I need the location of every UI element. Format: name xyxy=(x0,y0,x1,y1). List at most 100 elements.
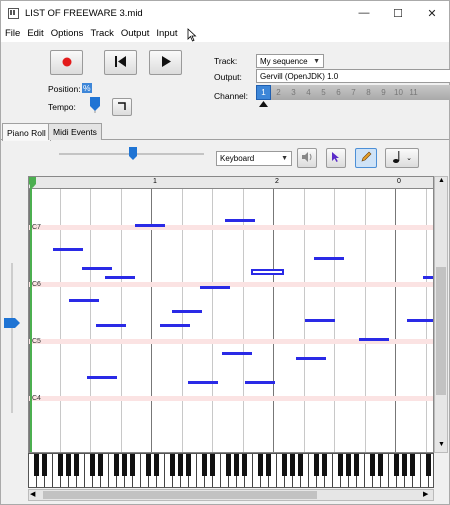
note-length-button[interactable]: ⌄ xyxy=(385,148,419,168)
select-tool-button[interactable] xyxy=(326,148,346,168)
black-key[interactable] xyxy=(34,454,39,476)
black-key[interactable] xyxy=(66,454,71,476)
channel-1[interactable]: 1 xyxy=(256,85,271,100)
note-block[interactable] xyxy=(245,381,275,384)
black-key[interactable] xyxy=(170,454,175,476)
menu-track[interactable]: Track xyxy=(87,28,116,39)
black-key[interactable] xyxy=(210,454,215,476)
scroll-up-icon[interactable]: ▲ xyxy=(438,177,445,184)
playhead[interactable] xyxy=(30,177,32,452)
note-block[interactable] xyxy=(105,276,135,279)
channel-10[interactable]: 10 xyxy=(391,85,406,100)
black-key[interactable] xyxy=(90,454,95,476)
menu-file[interactable]: File xyxy=(2,28,23,39)
note-block[interactable] xyxy=(222,352,252,355)
channel-4[interactable]: 4 xyxy=(301,85,316,100)
black-key[interactable] xyxy=(74,454,79,476)
horizontal-scrollbar[interactable]: ◀ ▶ xyxy=(28,489,434,501)
note-block[interactable] xyxy=(314,257,344,260)
black-key[interactable] xyxy=(186,454,191,476)
black-key[interactable] xyxy=(410,454,415,476)
black-key[interactable] xyxy=(234,454,239,476)
black-key[interactable] xyxy=(394,454,399,476)
note-block[interactable] xyxy=(359,338,389,341)
piano-keyboard[interactable] xyxy=(28,453,434,488)
black-key[interactable] xyxy=(426,454,431,476)
velocity-slider[interactable] xyxy=(4,263,20,413)
black-key[interactable] xyxy=(146,454,151,476)
black-key[interactable] xyxy=(290,454,295,476)
black-key[interactable] xyxy=(202,454,207,476)
vertical-scroll-thumb[interactable] xyxy=(436,267,446,395)
black-key[interactable] xyxy=(226,454,231,476)
menu-options[interactable]: Options xyxy=(48,28,87,39)
speaker-button[interactable] xyxy=(297,148,317,168)
tab-midi-events[interactable]: Midi Events xyxy=(48,123,102,140)
note-block[interactable] xyxy=(305,319,335,322)
menu-input[interactable]: Input xyxy=(153,28,180,39)
record-button[interactable] xyxy=(50,50,83,75)
black-key[interactable] xyxy=(402,454,407,476)
note-block[interactable] xyxy=(87,376,117,379)
note-block[interactable] xyxy=(160,324,190,327)
note-block[interactable] xyxy=(82,267,112,270)
input-mode-select[interactable]: Keyboard ▼ xyxy=(216,151,292,166)
note-block[interactable] xyxy=(423,276,433,279)
position-field[interactable]: % xyxy=(82,83,92,93)
black-key[interactable] xyxy=(266,454,271,476)
black-key[interactable] xyxy=(130,454,135,476)
black-key[interactable] xyxy=(314,454,319,476)
black-key[interactable] xyxy=(298,454,303,476)
black-key[interactable] xyxy=(242,454,247,476)
menu-output[interactable]: Output xyxy=(118,28,153,39)
note-block[interactable] xyxy=(172,310,202,313)
maximize-button[interactable]: ☐ xyxy=(381,1,415,25)
playhead-marker-icon[interactable] xyxy=(29,177,37,189)
pencil-tool-button[interactable] xyxy=(355,148,377,168)
black-key[interactable] xyxy=(122,454,127,476)
black-key[interactable] xyxy=(178,454,183,476)
track-select[interactable]: My sequence ▼ xyxy=(256,54,324,68)
black-key[interactable] xyxy=(58,454,63,476)
tempo-slider[interactable] xyxy=(89,97,101,113)
close-button[interactable]: ✕ xyxy=(415,1,449,25)
tab-piano-roll[interactable]: Piano Roll xyxy=(2,123,51,141)
output-select[interactable]: Gervill (OpenJDK) 1.0 xyxy=(256,69,450,83)
channel-3[interactable]: 3 xyxy=(286,85,301,100)
piano-roll-grid[interactable]: 1 2 0 C7 C6 C5 C4 xyxy=(28,176,434,453)
note-block[interactable] xyxy=(200,286,230,289)
black-key[interactable] xyxy=(42,454,47,476)
time-ruler[interactable]: 1 2 0 xyxy=(29,177,433,189)
selected-note-block[interactable] xyxy=(251,269,284,275)
black-key[interactable] xyxy=(154,454,159,476)
channel-11[interactable]: 11 xyxy=(406,85,421,100)
zoom-slider[interactable] xyxy=(59,147,204,161)
channel-2[interactable]: 2 xyxy=(271,85,286,100)
black-key[interactable] xyxy=(114,454,119,476)
channel-7[interactable]: 7 xyxy=(346,85,361,100)
channel-6[interactable]: 6 xyxy=(331,85,346,100)
black-key[interactable] xyxy=(338,454,343,476)
black-key[interactable] xyxy=(346,454,351,476)
black-key[interactable] xyxy=(322,454,327,476)
channel-8[interactable]: 8 xyxy=(361,85,376,100)
note-block[interactable] xyxy=(53,248,83,251)
note-block[interactable] xyxy=(188,381,218,384)
play-button[interactable] xyxy=(149,50,182,75)
scroll-down-icon[interactable]: ▼ xyxy=(438,441,445,448)
black-key[interactable] xyxy=(354,454,359,476)
black-key[interactable] xyxy=(98,454,103,476)
note-block[interactable] xyxy=(225,219,255,222)
note-block[interactable] xyxy=(407,319,433,322)
scroll-right-icon[interactable]: ▶ xyxy=(423,490,428,498)
note-block[interactable] xyxy=(135,224,165,227)
horizontal-scroll-thumb[interactable] xyxy=(43,491,317,499)
minimize-button[interactable]: — xyxy=(347,1,381,25)
channel-9[interactable]: 9 xyxy=(376,85,391,100)
black-key[interactable] xyxy=(258,454,263,476)
rewind-button[interactable] xyxy=(104,50,137,75)
channel-5[interactable]: 5 xyxy=(316,85,331,100)
note-block[interactable] xyxy=(296,357,326,360)
scroll-left-icon[interactable]: ◀ xyxy=(30,490,35,498)
black-key[interactable] xyxy=(282,454,287,476)
